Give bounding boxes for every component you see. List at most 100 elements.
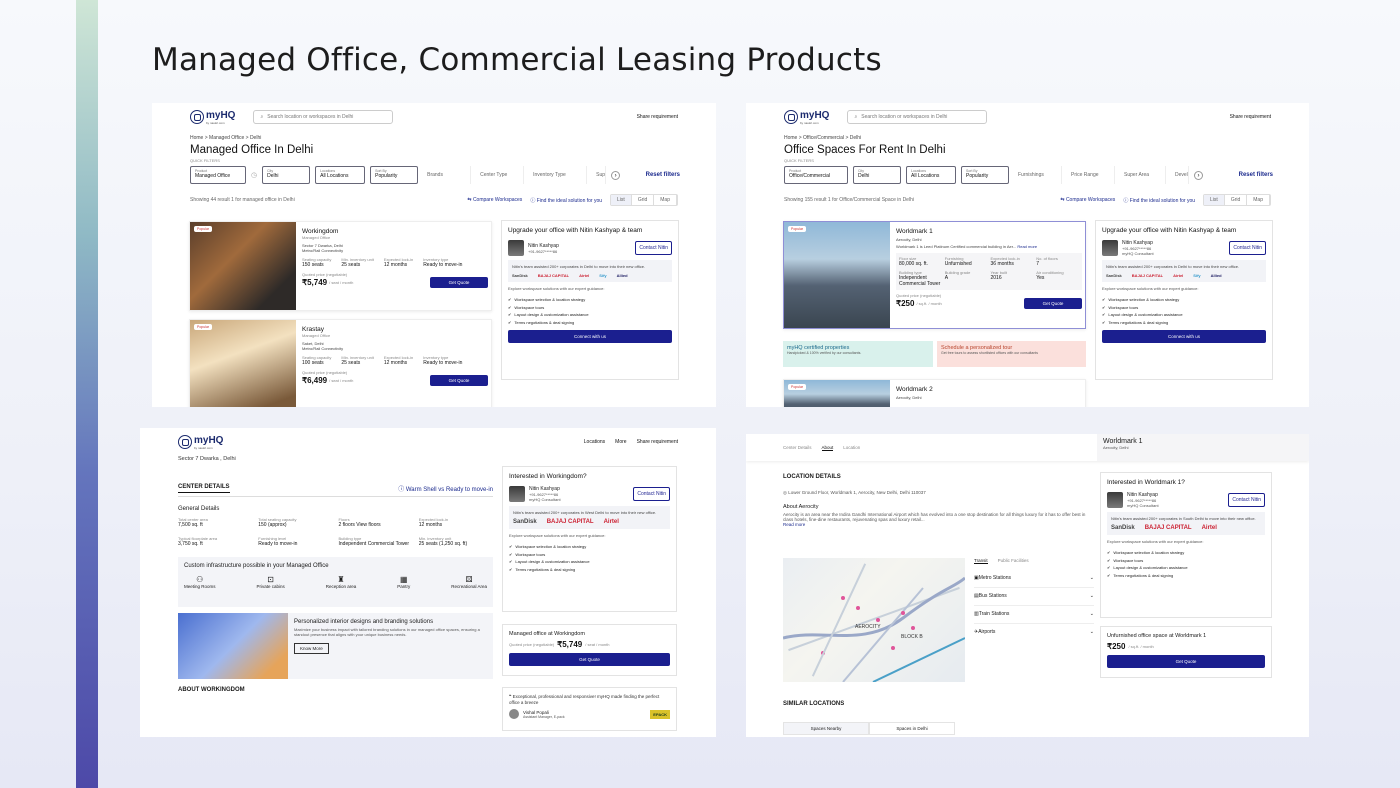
map-label: BLOCK B — [901, 634, 923, 640]
listing-card[interactable]: Popular Workingdom Managed Office Sector… — [189, 221, 492, 311]
myhq-logo[interactable]: myHQ by naukri.com — [190, 110, 235, 125]
tab-spaces-nearby[interactable]: Spaces Nearby — [783, 722, 869, 735]
map-view-button[interactable]: Map — [1247, 195, 1270, 205]
connect-button[interactable]: Connect with us — [1102, 330, 1266, 343]
tab-about[interactable]: About — [821, 445, 834, 451]
location-map[interactable]: AEROCITY BLOCK B — [783, 558, 965, 682]
listing-card[interactable]: Popular Worldmark 2 Aerocity, Delhi — [783, 379, 1086, 407]
get-quote-button[interactable]: Get Quote — [509, 653, 670, 666]
tab-location[interactable]: Location — [843, 445, 860, 451]
tab-transit[interactable]: Transit — [974, 558, 988, 564]
transit-metro[interactable]: ▣ Metro Stations ⌄ — [974, 570, 1094, 588]
share-requirement-link[interactable]: Share requirement — [637, 439, 678, 445]
listing-connectivity: Metro/Rail Connectivity — [302, 346, 344, 351]
nav-more[interactable]: More — [615, 439, 626, 445]
amenity-item: ⚇ Meeting Rooms — [184, 575, 216, 589]
top-nav: myHQ by naukri.com Locations More Share req… — [140, 428, 716, 456]
nav-locations[interactable]: Locations — [584, 439, 605, 445]
contact-advisor-button[interactable]: Contact Nitin — [635, 241, 672, 255]
contact-advisor-button[interactable]: Contact Nitin — [1229, 241, 1266, 255]
sort-filter[interactable]: Sort By Popularity — [370, 166, 419, 184]
tour-promo[interactable]: Schedule a personalized tour Get free to… — [937, 341, 1086, 367]
find-solution-link[interactable]: ⓘ Find the ideal solution for you — [1123, 197, 1195, 204]
grid-view-button[interactable]: Grid — [1225, 195, 1248, 205]
center-type-filter[interactable]: Center Type — [476, 166, 525, 184]
compare-workspaces-link[interactable]: ⇆ Compare Workspaces — [467, 197, 522, 203]
stat-value: 150 seats — [302, 262, 324, 268]
find-solution-link[interactable]: ⓘ Find the ideal solution for you — [530, 197, 602, 204]
detail: Min. inventory unit 25 seats (1,250 sq. f… — [419, 536, 493, 547]
tab-center-details[interactable]: Center Details — [783, 445, 812, 451]
reset-filters-button[interactable]: Reset filters — [1239, 172, 1273, 178]
myhq-logo[interactable]: myHQ by naukri.com — [784, 110, 829, 125]
listing-name[interactable]: Krastay — [302, 326, 488, 333]
city-filter[interactable]: City Delhi — [853, 166, 901, 184]
filter-value: Office/Commercial — [789, 173, 831, 179]
price-range-filter[interactable]: Price Range — [1067, 166, 1115, 184]
sup-filter[interactable]: Sup — [592, 166, 607, 184]
breadcrumb[interactable]: Home > Managed Office > Delhi — [152, 135, 716, 141]
warm-shell-link[interactable]: ⓘ Warm Shell vs Ready to move-in — [398, 484, 493, 493]
map-pin — [891, 646, 895, 650]
about-heading: ABOUT WORKINGDOM — [178, 687, 245, 693]
get-quote-button[interactable]: Get Quote — [1107, 655, 1265, 668]
advisor-note: Nitin's team assisted 200+ corporates in… — [509, 506, 670, 529]
brands-filter[interactable]: Brands — [423, 166, 472, 184]
grid-view-button[interactable]: Grid — [632, 195, 655, 205]
clock-icon: ◷ — [251, 172, 258, 179]
share-requirement-link[interactable]: Share requirement — [637, 114, 678, 120]
list-view-button[interactable]: List — [611, 195, 632, 205]
listing-name[interactable]: Worldmark 1 — [896, 228, 1082, 235]
chevron-right-icon[interactable]: › — [1194, 170, 1203, 180]
similar-tabs: Spaces Nearby Spaces in Delhi — [783, 722, 955, 735]
locations-filter[interactable]: Locations All Locations — [315, 166, 366, 184]
get-quote-button[interactable]: Get Quote — [1024, 298, 1082, 309]
tab-public-facilities[interactable]: Public Facilities — [998, 558, 1029, 564]
listing-type: Managed Office — [302, 235, 331, 240]
listing-name[interactable]: Workingdom — [302, 228, 488, 235]
list-view-button[interactable]: List — [1204, 195, 1225, 205]
inventory-type-filter[interactable]: Inventory Type — [529, 166, 588, 184]
search-input[interactable]: ⌕ Search location or workspaces in Delhi — [253, 110, 394, 124]
city-filter[interactable]: City Delhi — [262, 166, 311, 184]
listing-name[interactable]: Worldmark 2 — [896, 386, 933, 393]
read-more-link[interactable]: Read more — [1017, 244, 1037, 249]
sort-filter[interactable]: Sort By Popularity — [961, 166, 1009, 184]
info-icon: ⓘ — [398, 487, 406, 493]
super-area-filter[interactable]: Super Area — [1120, 166, 1166, 184]
certified-promo[interactable]: myHQ certified properties Handpicked & 1… — [783, 341, 933, 367]
breadcrumb[interactable]: Home > Office/Commercial > Delhi — [746, 135, 1309, 141]
tab-spaces-in-delhi[interactable]: Spaces in Delhi — [869, 722, 955, 735]
check-item: Terms negotiations & deal signing — [1102, 319, 1266, 327]
get-quote-button[interactable]: Get Quote — [430, 375, 488, 386]
locations-filter[interactable]: Locations All Locations — [906, 166, 956, 184]
know-more-button[interactable]: Know More — [294, 643, 329, 654]
connect-button[interactable]: Connect with us — [508, 330, 672, 343]
developer-filter[interactable]: Devel — [1171, 166, 1189, 184]
stat-value: 80,000 sq. ft. — [899, 261, 928, 267]
product-filter[interactable]: Product Managed Office — [190, 166, 246, 184]
compare-workspaces-link[interactable]: ⇆ Compare Workspaces — [1060, 197, 1115, 203]
listing-card[interactable]: Popular Worldmark 1 Aerocity, Delhi Worl… — [783, 221, 1086, 329]
map-view-button[interactable]: Map — [654, 195, 677, 205]
read-more-link[interactable]: Read more — [783, 522, 1093, 527]
transit-train[interactable]: ▥ Train Stations ⌄ — [974, 606, 1094, 624]
check-item: Terms negotiations & deal signing — [509, 566, 670, 574]
advisor-title: Interested in Worldmark 1? — [1107, 479, 1185, 486]
share-requirement-link[interactable]: Share requirement — [1230, 114, 1271, 120]
search-input[interactable]: ⌕ Search location or workspaces in Delhi — [847, 110, 988, 124]
transit-bus[interactable]: ▤ Bus Stations ⌄ — [974, 588, 1094, 606]
listing-card[interactable]: Popular Krastay Managed Office Saket, De… — [189, 319, 492, 407]
contact-advisor-button[interactable]: Contact Nitin — [1228, 493, 1265, 507]
chevron-right-icon[interactable]: › — [611, 170, 621, 180]
contact-advisor-button[interactable]: Contact Nitin — [633, 487, 670, 501]
transit-airports[interactable]: ✈ Airports ⌄ — [974, 624, 1094, 641]
advisor-note-text: Nitin's team assisted 200+ corporates in… — [1106, 264, 1240, 269]
sticky-header: Worldmark 1 Aerocity, Delhi — [1097, 434, 1309, 461]
get-quote-button[interactable]: Get Quote — [430, 277, 488, 288]
myhq-logo[interactable]: myHQ by naukri.com — [178, 435, 223, 450]
amenity-item: ▦ Pantry — [397, 575, 410, 589]
product-filter[interactable]: Product Office/Commercial — [784, 166, 848, 184]
furnishings-filter[interactable]: Furnishings — [1014, 166, 1062, 184]
reset-filters-button[interactable]: Reset filters — [646, 172, 680, 178]
